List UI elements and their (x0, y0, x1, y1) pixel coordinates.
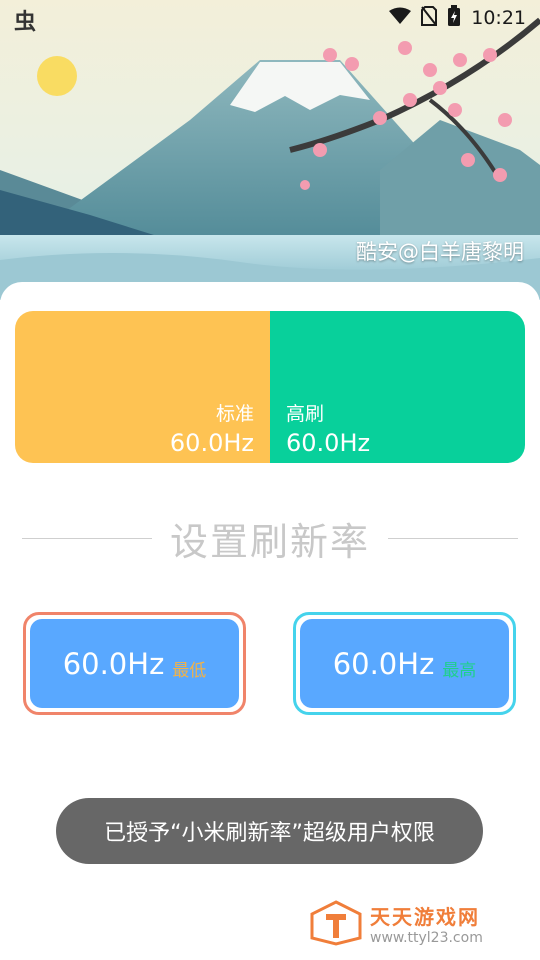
wifi-icon (389, 7, 412, 30)
app-notification-icon: 虫 (14, 10, 37, 35)
section-header: 设置刷新率 (22, 510, 519, 566)
battery-charging-icon (447, 4, 461, 32)
sun-shape (37, 56, 77, 96)
max-rate-button[interactable]: 60.0Hz 最高 (300, 619, 509, 708)
no-sim-icon (421, 5, 438, 31)
high-rate-card: 高刷 60.0Hz (270, 311, 525, 463)
max-rate-value: 60.0Hz (332, 646, 435, 681)
watermark-logo-icon (310, 900, 362, 946)
section-title: 设置刷新率 (170, 519, 371, 564)
watermark-title: 天天游戏网 (370, 904, 480, 929)
toast-message: 已授予“小米刷新率”超级用户权限 (56, 798, 483, 864)
status-bar: 虫 10:21 (0, 0, 540, 36)
divider-right (388, 537, 519, 539)
illustration-credit: 酷安@白羊唐黎明 (356, 240, 524, 264)
max-rate-button-frame: 60.0Hz 最高 (293, 612, 516, 715)
current-rate-panel: 标准 60.0Hz 高刷 60.0Hz (15, 311, 525, 463)
standard-rate-value: 60.0Hz (169, 429, 254, 457)
min-rate-tag: 最低 (172, 661, 207, 681)
min-rate-button-frame: 60.0Hz 最低 (23, 612, 246, 715)
status-time: 10:21 (471, 7, 526, 29)
high-rate-label: 高刷 (286, 403, 325, 425)
watermark-url: www.ttyl23.com (370, 929, 483, 946)
max-rate-tag: 最高 (442, 661, 477, 681)
standard-rate-card: 标准 60.0Hz (15, 311, 270, 463)
min-rate-button[interactable]: 60.0Hz 最低 (30, 619, 239, 708)
min-rate-value: 60.0Hz (62, 646, 165, 681)
divider-left (22, 537, 152, 539)
site-watermark: 天天游戏网 www.ttyl23.com (310, 900, 483, 946)
high-rate-value: 60.0Hz (286, 429, 371, 457)
standard-rate-label: 标准 (215, 403, 254, 425)
